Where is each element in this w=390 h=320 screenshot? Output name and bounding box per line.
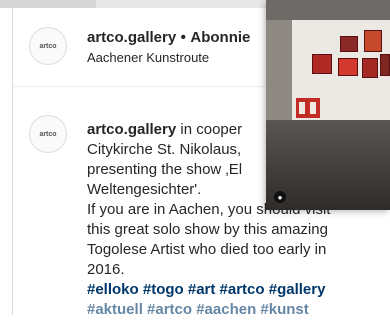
avatar[interactable]: artco xyxy=(29,27,67,65)
caption-text: in cooper xyxy=(176,121,243,138)
location-link[interactable]: Aachener Kunstroute xyxy=(87,50,250,65)
follow-button[interactable]: Abonnie xyxy=(190,29,250,46)
red-cabinet xyxy=(296,98,320,118)
caption-line: 2016. xyxy=(87,261,125,278)
hashtag-links-more[interactable]: #aktuell #artco #aachen #kunst xyxy=(87,300,387,320)
caption-username-link[interactable]: artco.gallery xyxy=(87,121,176,138)
cabinet-slot xyxy=(299,102,305,114)
artwork xyxy=(362,58,378,78)
separator-dot: • xyxy=(180,29,186,46)
artwork xyxy=(364,30,382,52)
artwork xyxy=(380,54,390,76)
instagram-post-page: artco artco.gallery • Abonnie Aachener K… xyxy=(0,0,390,318)
top-strip-shade xyxy=(0,0,96,8)
header-text: artco.gallery • Abonnie Aachener Kunstro… xyxy=(87,29,250,65)
camera-icon[interactable]: ● xyxy=(274,191,286,203)
artwork xyxy=(312,54,332,74)
video-overlay[interactable] xyxy=(266,0,390,210)
caption-avatar[interactable]: artco xyxy=(29,115,67,153)
username-link[interactable]: artco.gallery xyxy=(87,29,176,46)
artwork xyxy=(340,36,358,52)
artwork xyxy=(338,58,358,76)
hashtag-links[interactable]: #elloko #togo #art #artco #gallery xyxy=(87,280,387,300)
cabinet-slot xyxy=(310,102,316,114)
caption-line: Togolese Artist who died too early in xyxy=(87,241,327,258)
gallery-left-wall xyxy=(266,20,292,130)
caption-line: this great solo show by this amazing xyxy=(87,221,328,238)
